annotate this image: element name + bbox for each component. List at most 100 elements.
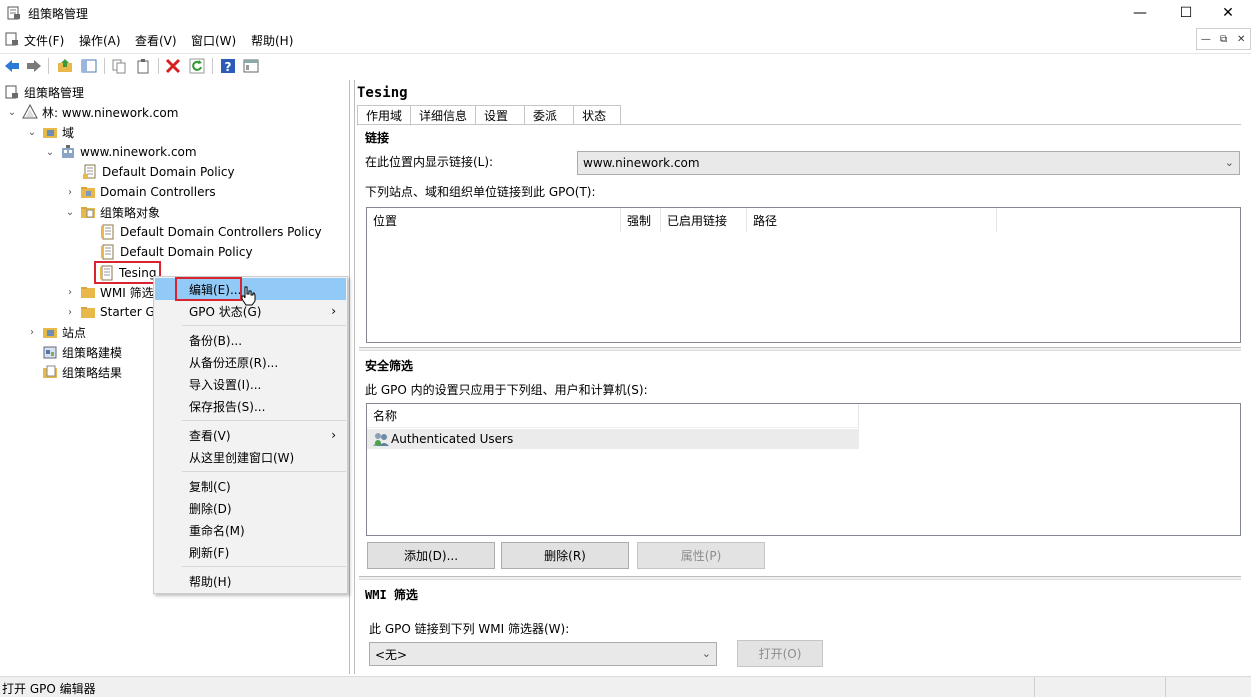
document-icon[interactable] <box>4 31 20 47</box>
links-listview[interactable]: 位置 强制 已启用链接 路径 <box>366 207 1241 343</box>
ctx-restore[interactable]: 从备份还原(R)... <box>155 351 346 373</box>
tree-item-gpo-ddcp[interactable]: Default Domain Controllers Policy <box>100 222 322 242</box>
tree-item-modeling[interactable]: 组策略建模 <box>42 342 122 362</box>
show-hide-tree-icon[interactable] <box>80 57 98 75</box>
status-bar: 打开 GPO 编辑器 <box>0 676 1251 697</box>
forward-icon[interactable] <box>25 57 43 75</box>
tree-item-root[interactable]: 组策略管理 <box>4 82 84 102</box>
window-title: 组策略管理 <box>28 7 89 21</box>
domain-icon <box>62 145 74 158</box>
delete-icon[interactable] <box>164 57 182 75</box>
security-listview[interactable]: 名称 Authenticated Users <box>366 403 1241 536</box>
ctx-delete-label: 删除(D) <box>189 501 232 516</box>
tree-item-forest[interactable]: ⌄ 林: www.ninework.com <box>6 102 178 122</box>
ctx-copy-label: 复制(C) <box>189 479 231 494</box>
tree-item-domains[interactable]: ⌄ 域 <box>26 122 74 142</box>
ctx-refresh-label: 刷新(F) <box>189 545 230 560</box>
security-add-button[interactable]: 添加(D)... <box>367 542 495 569</box>
close-button[interactable]: ✕ <box>1205 0 1251 26</box>
security-remove-button[interactable]: 删除(R) <box>501 542 629 569</box>
paste-icon[interactable] <box>134 57 152 75</box>
ctx-new-window[interactable]: 从这里创建窗口(W) <box>155 446 346 468</box>
col-location[interactable]: 位置 <box>367 208 621 232</box>
ctx-rename-label: 重命名(M) <box>189 523 245 538</box>
starter-folder-icon <box>81 307 95 318</box>
maximize-button[interactable]: ☐ <box>1163 0 1209 26</box>
tab-scope[interactable]: 作用域 <box>357 105 412 126</box>
menu-view[interactable]: 查看(V) <box>135 32 177 49</box>
tab-settings[interactable]: 设置 <box>475 105 526 125</box>
back-icon[interactable] <box>3 57 21 75</box>
tree-item-default-domain-policy-link[interactable]: Default Domain Policy <box>82 162 235 182</box>
tree-label-forest: 林: www.ninework.com <box>42 105 179 120</box>
tree-item-starter-gpos[interactable]: › Starter G <box>64 302 155 322</box>
tree-item-gpo-ddp[interactable]: Default Domain Policy <box>100 242 253 262</box>
security-properties-button[interactable]: 属性(P) <box>637 542 765 569</box>
menu-action[interactable]: 操作(A) <box>79 32 121 49</box>
tab-status[interactable]: 状态 <box>573 105 622 125</box>
up-folder-icon[interactable] <box>56 57 74 75</box>
menu-help[interactable]: 帮助(H) <box>251 32 293 49</box>
ctx-copy[interactable]: 复制(C) <box>155 475 346 497</box>
wmi-label: 此 GPO 链接到下列 WMI 筛选器(W): <box>369 622 570 636</box>
security-heading: 安全筛选 <box>365 359 414 373</box>
tree-label-sites: 站点 <box>62 325 87 340</box>
copy-icon[interactable] <box>110 57 128 75</box>
tree-item-gpo-tesing[interactable]: Tesing <box>94 261 162 284</box>
ctx-delete[interactable]: 删除(D) <box>155 497 346 519</box>
col-enforced[interactable]: 强制 <box>621 208 661 232</box>
properties-view-icon[interactable] <box>242 57 260 75</box>
wmi-filter-select[interactable]: <无> ⌄ <box>369 642 717 666</box>
section-splitter[interactable] <box>359 347 1247 351</box>
chevron-down-icon[interactable]: ⌄ <box>26 126 38 138</box>
vertical-scrollbar[interactable] <box>1241 80 1251 674</box>
col-path[interactable]: 路径 <box>747 208 997 232</box>
chevron-down-icon[interactable]: ⌄ <box>6 106 18 118</box>
title-bar: 组策略管理 — ☐ ✕ <box>0 0 1251 26</box>
ctx-save-report[interactable]: 保存报告(S)... <box>155 395 346 417</box>
tab-details[interactable]: 详细信息 <box>410 105 477 125</box>
wmi-open-button[interactable]: 打开(O) <box>737 640 823 667</box>
chevron-right-icon[interactable]: › <box>64 286 76 298</box>
col-name[interactable]: 名称 <box>367 404 859 428</box>
tree-item-gpo-container[interactable]: ⌄ 组策略对象 <box>64 202 160 222</box>
ou-folder-icon <box>81 187 95 198</box>
tree-label-root: 组策略管理 <box>24 85 85 100</box>
minimize-button[interactable]: — <box>1117 0 1163 26</box>
links-location-select[interactable]: www.ninework.com ⌄ <box>577 151 1240 175</box>
links-heading: 链接 <box>365 131 390 145</box>
ctx-backup[interactable]: 备份(B)... <box>155 329 346 351</box>
ctx-import[interactable]: 导入设置(I)... <box>155 373 346 395</box>
sites-icon <box>43 328 57 338</box>
ctx-help[interactable]: 帮助(H) <box>155 570 346 592</box>
tree-item-wmi-filters[interactable]: › WMI 筛选 <box>64 282 154 302</box>
security-applies-label: 此 GPO 内的设置只应用于下列组、用户和计算机(S): <box>365 383 648 397</box>
chevron-down-icon[interactable]: ⌄ <box>44 146 56 158</box>
menu-file[interactable]: 文件(F) <box>24 32 64 49</box>
tree-item-domain[interactable]: ⌄ www.ninework.com <box>44 142 197 162</box>
refresh-icon[interactable] <box>188 57 206 75</box>
mdi-close-button[interactable]: ✕ <box>1232 29 1250 49</box>
hand-cursor-icon <box>241 286 256 306</box>
chevron-right-icon[interactable]: › <box>64 186 76 198</box>
mdi-restore-button[interactable]: ⧉ <box>1215 29 1233 49</box>
chevron-down-icon[interactable]: ⌄ <box>64 206 76 218</box>
help-icon[interactable]: ? <box>219 57 237 75</box>
users-group-icon <box>373 433 389 446</box>
ctx-refresh[interactable]: 刷新(F) <box>155 541 346 563</box>
ctx-view[interactable]: 查看(V) › <box>155 424 346 446</box>
security-entry-row[interactable]: Authenticated Users <box>367 429 859 449</box>
tree-item-sites[interactable]: › 站点 <box>26 322 86 342</box>
chevron-right-icon[interactable]: › <box>26 326 38 338</box>
tree-item-domain-controllers[interactable]: › Domain Controllers <box>64 182 216 202</box>
tree-item-results[interactable]: 组策略结果 <box>42 362 122 382</box>
chevron-right-icon[interactable]: › <box>64 306 76 318</box>
col-link-enabled[interactable]: 已启用链接 <box>661 208 747 232</box>
section-splitter[interactable] <box>359 576 1247 580</box>
tab-delegation[interactable]: 委派 <box>524 105 575 125</box>
ctx-rename[interactable]: 重命名(M) <box>155 519 346 541</box>
menu-window[interactable]: 窗口(W) <box>191 32 236 49</box>
mdi-minimize-button[interactable]: — <box>1197 29 1215 49</box>
tree-label-domain-controllers: Domain Controllers <box>100 185 216 199</box>
details-pane: Tesing 作用域 详细信息 设置 委派 状态 链接 在此位置内显示链接(L)… <box>354 80 1251 674</box>
